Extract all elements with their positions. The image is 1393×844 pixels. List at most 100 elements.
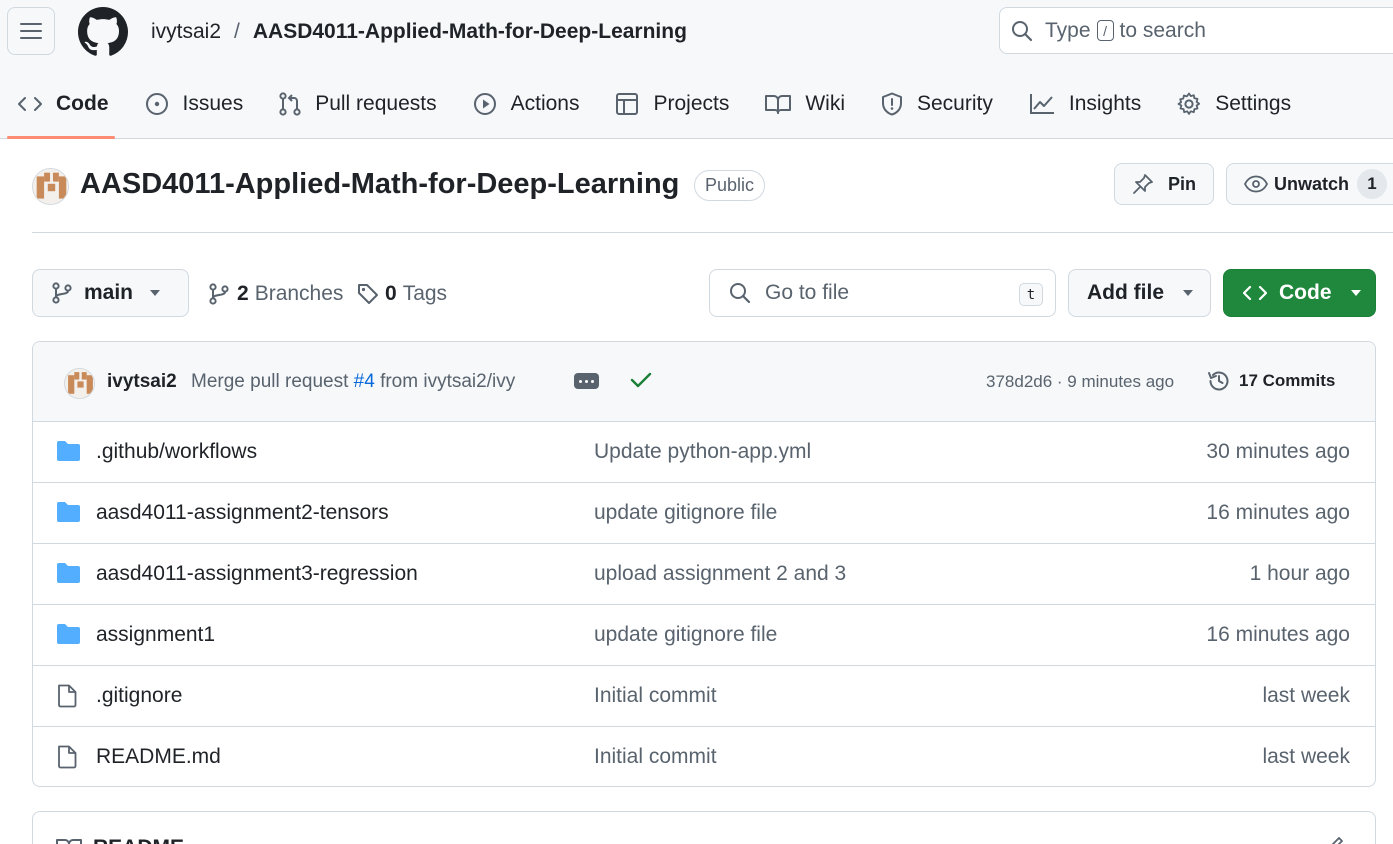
breadcrumb-repo-link[interactable]: AASD4011-Applied-Math-for-Deep-Learning: [253, 20, 687, 44]
file-commit-message[interactable]: update gitignore file: [594, 501, 777, 525]
tab-label: Issues: [182, 92, 244, 115]
hamburger-icon: [20, 23, 42, 39]
branches-count: 2: [237, 282, 249, 305]
commit-message-prefix: Merge pull request: [191, 371, 349, 392]
play-icon: [473, 93, 496, 115]
table-icon: [616, 93, 639, 115]
tab-label: Insights: [1068, 92, 1142, 115]
tab-projects[interactable]: Projects: [597, 78, 747, 130]
search-placeholder-suffix: to search: [1119, 18, 1206, 42]
file-name[interactable]: .github/workflows: [96, 440, 257, 464]
visibility-badge: Public: [694, 170, 766, 201]
file-browser: ivytsai2 Merge pull request #4 from ivyt…: [32, 341, 1376, 787]
graph-icon: [1029, 94, 1054, 114]
git-branch-icon: [52, 282, 72, 304]
tab-issues[interactable]: Issues: [127, 78, 262, 130]
gear-icon: [1177, 92, 1201, 115]
tags-label: Tags: [402, 282, 448, 305]
tab-security[interactable]: Security: [863, 78, 1011, 130]
title-divider: [32, 232, 1393, 233]
branches-link[interactable]: 2 Branches: [209, 282, 343, 306]
file-name[interactable]: assignment1: [96, 623, 215, 647]
file-row[interactable]: aasd4011-assignment3-regression upload a…: [33, 544, 1375, 605]
tab-insights[interactable]: Insights: [1011, 78, 1159, 130]
go-to-file-input[interactable]: Go to file t: [709, 269, 1056, 317]
owner-avatar[interactable]: [32, 168, 69, 205]
eye-icon: [1244, 175, 1268, 193]
check-icon[interactable]: [630, 371, 652, 389]
tab-settings[interactable]: Settings: [1159, 78, 1309, 130]
repo-tabs: Code Issues Pull requests Actions Projec…: [0, 78, 1309, 139]
folder-icon: [57, 441, 80, 461]
file-name[interactable]: aasd4011-assignment2-tensors: [96, 501, 389, 525]
pull-request-link[interactable]: #4: [354, 371, 375, 392]
tab-label: Wiki: [805, 92, 845, 115]
add-file-button[interactable]: Add file: [1068, 269, 1211, 317]
caret-down-icon: [1183, 290, 1193, 296]
unwatch-button[interactable]: Unwatch 1: [1226, 163, 1393, 205]
file-icon: [58, 684, 77, 708]
folder-icon: [57, 502, 80, 522]
tab-label: Projects: [653, 92, 730, 115]
file-name[interactable]: .gitignore: [96, 684, 182, 708]
commit-message-suffix: from ivytsai2/ivy: [380, 371, 516, 392]
tab-code[interactable]: Code: [0, 78, 127, 139]
folder-icon: [57, 563, 80, 583]
pin-button[interactable]: Pin: [1114, 163, 1214, 205]
branches-label: Branches: [254, 282, 344, 305]
file-row[interactable]: assignment1 update gitignore file 16 min…: [33, 605, 1375, 666]
repo-title[interactable]: AASD4011-Applied-Math-for-Deep-Learning: [80, 168, 679, 201]
tab-label: Security: [917, 92, 993, 115]
issue-icon: [145, 93, 168, 115]
tab-wiki[interactable]: Wiki: [747, 78, 863, 130]
tab-label: Actions: [510, 92, 580, 115]
commit-message[interactable]: Merge pull request #4 from ivytsai2/ivy: [191, 371, 515, 393]
tab-pull-requests[interactable]: Pull requests: [261, 78, 454, 130]
commit-author[interactable]: ivytsai2: [107, 371, 177, 393]
commit-hash-time[interactable]: 378d2d6 · 9 minutes ago: [986, 372, 1174, 392]
github-logo-icon[interactable]: [78, 7, 128, 57]
caret-down-icon: [1350, 290, 1361, 296]
file-name[interactable]: README.md: [96, 745, 221, 769]
pin-label: Pin: [1168, 173, 1197, 194]
tags-link[interactable]: 0 Tags: [357, 282, 447, 306]
search-placeholder-prefix: Type: [1045, 18, 1091, 42]
pull-request-icon: [279, 92, 301, 116]
file-row[interactable]: .gitignore Initial commit last week: [33, 666, 1375, 727]
file-commit-message[interactable]: update gitignore file: [594, 623, 777, 647]
expand-commit-message-button[interactable]: [574, 373, 599, 389]
tags-count: 0: [385, 282, 397, 305]
file-commit-time: 16 minutes ago: [1206, 501, 1350, 524]
pencil-icon[interactable]: [1325, 835, 1345, 844]
code-button-label: Code: [1279, 281, 1332, 304]
breadcrumb: ivytsai2 / AASD4011-Applied-Math-for-Dee…: [151, 18, 687, 46]
app-header: ivytsai2 / AASD4011-Applied-Math-for-Dee…: [0, 0, 1393, 139]
readme-tab-label[interactable]: README: [93, 836, 184, 844]
search-shortcut-key: /: [1096, 20, 1114, 41]
file-row[interactable]: README.md Initial commit last week: [33, 727, 1375, 786]
file-commit-message[interactable]: Initial commit: [594, 745, 717, 769]
file-row[interactable]: .github/workflows Update python-app.yml …: [33, 422, 1375, 483]
commits-count-label: 17 Commits: [1239, 371, 1336, 390]
global-search-input[interactable]: Type / to search: [999, 7, 1393, 54]
readme-panel: README: [32, 811, 1376, 844]
code-dropdown-button[interactable]: Code: [1223, 269, 1376, 317]
file-name[interactable]: aasd4011-assignment3-regression: [96, 562, 418, 586]
tab-label: Pull requests: [315, 92, 437, 115]
file-commit-time: 30 minutes ago: [1206, 440, 1350, 463]
breadcrumb-owner-link[interactable]: ivytsai2: [151, 20, 221, 44]
book-icon: [765, 95, 792, 114]
unwatch-label: Unwatch: [1274, 173, 1350, 194]
commits-history-link[interactable]: 17 Commits: [1207, 369, 1335, 393]
tab-actions[interactable]: Actions: [455, 78, 598, 130]
file-commit-message[interactable]: Initial commit: [594, 684, 717, 708]
file-commit-time: 16 minutes ago: [1206, 623, 1350, 646]
tab-label: Code: [56, 92, 109, 115]
commit-author-avatar[interactable]: [64, 368, 95, 399]
hamburger-menu-button[interactable]: [7, 7, 55, 55]
file-row[interactable]: aasd4011-assignment2-tensors update giti…: [33, 483, 1375, 544]
file-commit-message[interactable]: Update python-app.yml: [594, 440, 811, 464]
branch-select-button[interactable]: main: [32, 269, 189, 317]
go-to-file-shortcut: t: [1019, 283, 1043, 306]
file-commit-message[interactable]: upload assignment 2 and 3: [594, 562, 846, 586]
